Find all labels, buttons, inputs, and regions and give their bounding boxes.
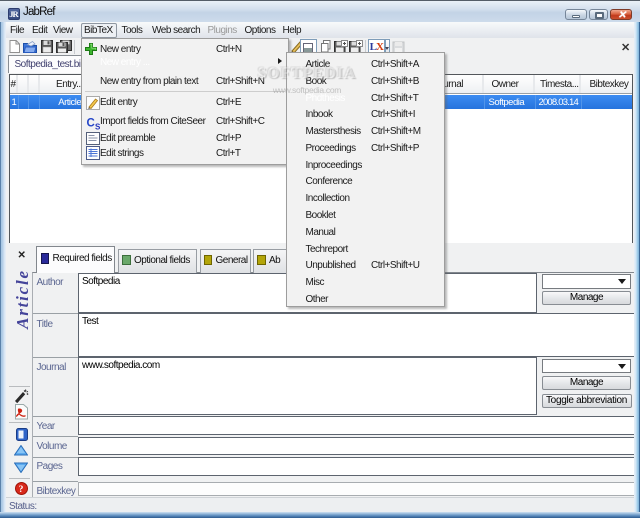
svg-text:?: ? <box>19 485 24 495</box>
